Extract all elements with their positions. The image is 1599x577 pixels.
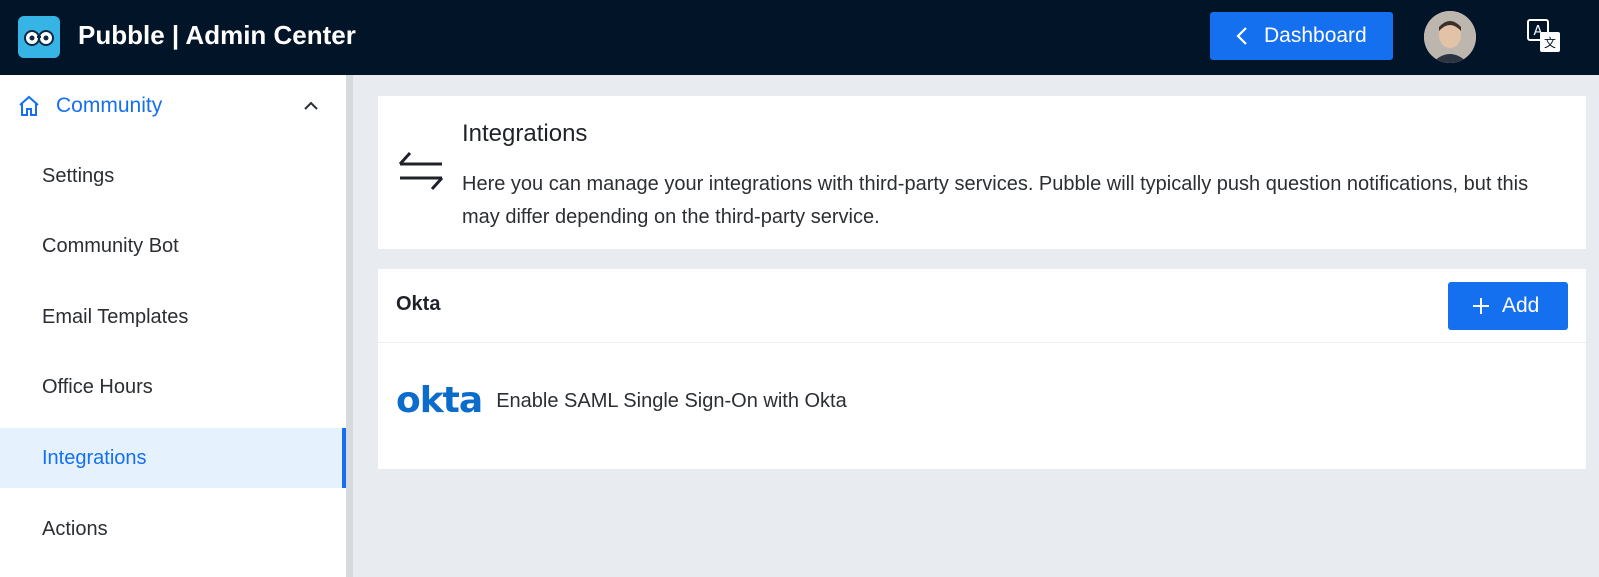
user-avatar[interactable] [1424,11,1476,63]
sidebar-item-label: Office Hours [42,375,153,398]
home-icon [18,95,40,117]
okta-card: Okta Add okta Enable SAML Single Sign-On… [378,269,1586,469]
sidebar-item-label: Settings [42,164,115,187]
add-label: Add [1502,294,1540,317]
sidebar-item-email-templates[interactable]: Email Templates [0,287,346,347]
svg-text:文: 文 [1544,35,1556,50]
sidebar-resize-handle[interactable] [346,75,353,577]
okta-card-title: Okta [396,293,441,315]
sidebar-item-label: Actions [42,517,108,540]
okta-logo: okta [396,380,483,421]
sidebar-group-community[interactable]: Community [0,75,346,137]
okta-card-header: Okta Add [378,269,1586,343]
sidebar-item-actions[interactable]: Actions [0,499,346,559]
okta-integration-text: Enable SAML Single Sign-On with Okta [496,389,847,412]
sidebar-group-label: Community [56,94,163,117]
dashboard-button[interactable]: Dashboard [1210,12,1393,60]
app-title: Pubble | Admin Center [78,20,356,50]
chevron-up-icon[interactable] [302,97,320,115]
plus-icon [1472,297,1490,315]
chevron-left-icon [1236,26,1248,46]
add-button[interactable]: Add [1448,282,1568,330]
owl-logo-icon[interactable] [18,16,60,58]
sidebar-item-label: Community Bot [42,234,179,257]
sidebar-item-community-bot[interactable]: Community Bot [0,216,346,276]
sidebar: Community Settings Community Bot Email T… [0,75,346,577]
sidebar-item-label: Email Templates [42,305,189,328]
page-title: Integrations [462,120,588,147]
sidebar-item-settings[interactable]: Settings [0,146,346,206]
swap-arrows-icon [398,148,444,194]
page-description: Here you can manage your integrations wi… [462,173,1529,228]
dashboard-label: Dashboard [1264,24,1367,47]
sidebar-item-integrations[interactable]: Integrations [0,428,346,488]
translate-icon[interactable]: A 文 [1526,18,1562,54]
sidebar-item-label: Integrations [42,446,147,469]
sidebar-item-office-hours[interactable]: Office Hours [0,357,346,417]
top-bar: Pubble | Admin Center Dashboard A 文 [0,0,1599,75]
okta-integration-row[interactable]: okta Enable SAML Single Sign-On with Okt… [396,381,847,421]
integrations-intro-card: Integrations Here you can manage your in… [378,96,1586,249]
